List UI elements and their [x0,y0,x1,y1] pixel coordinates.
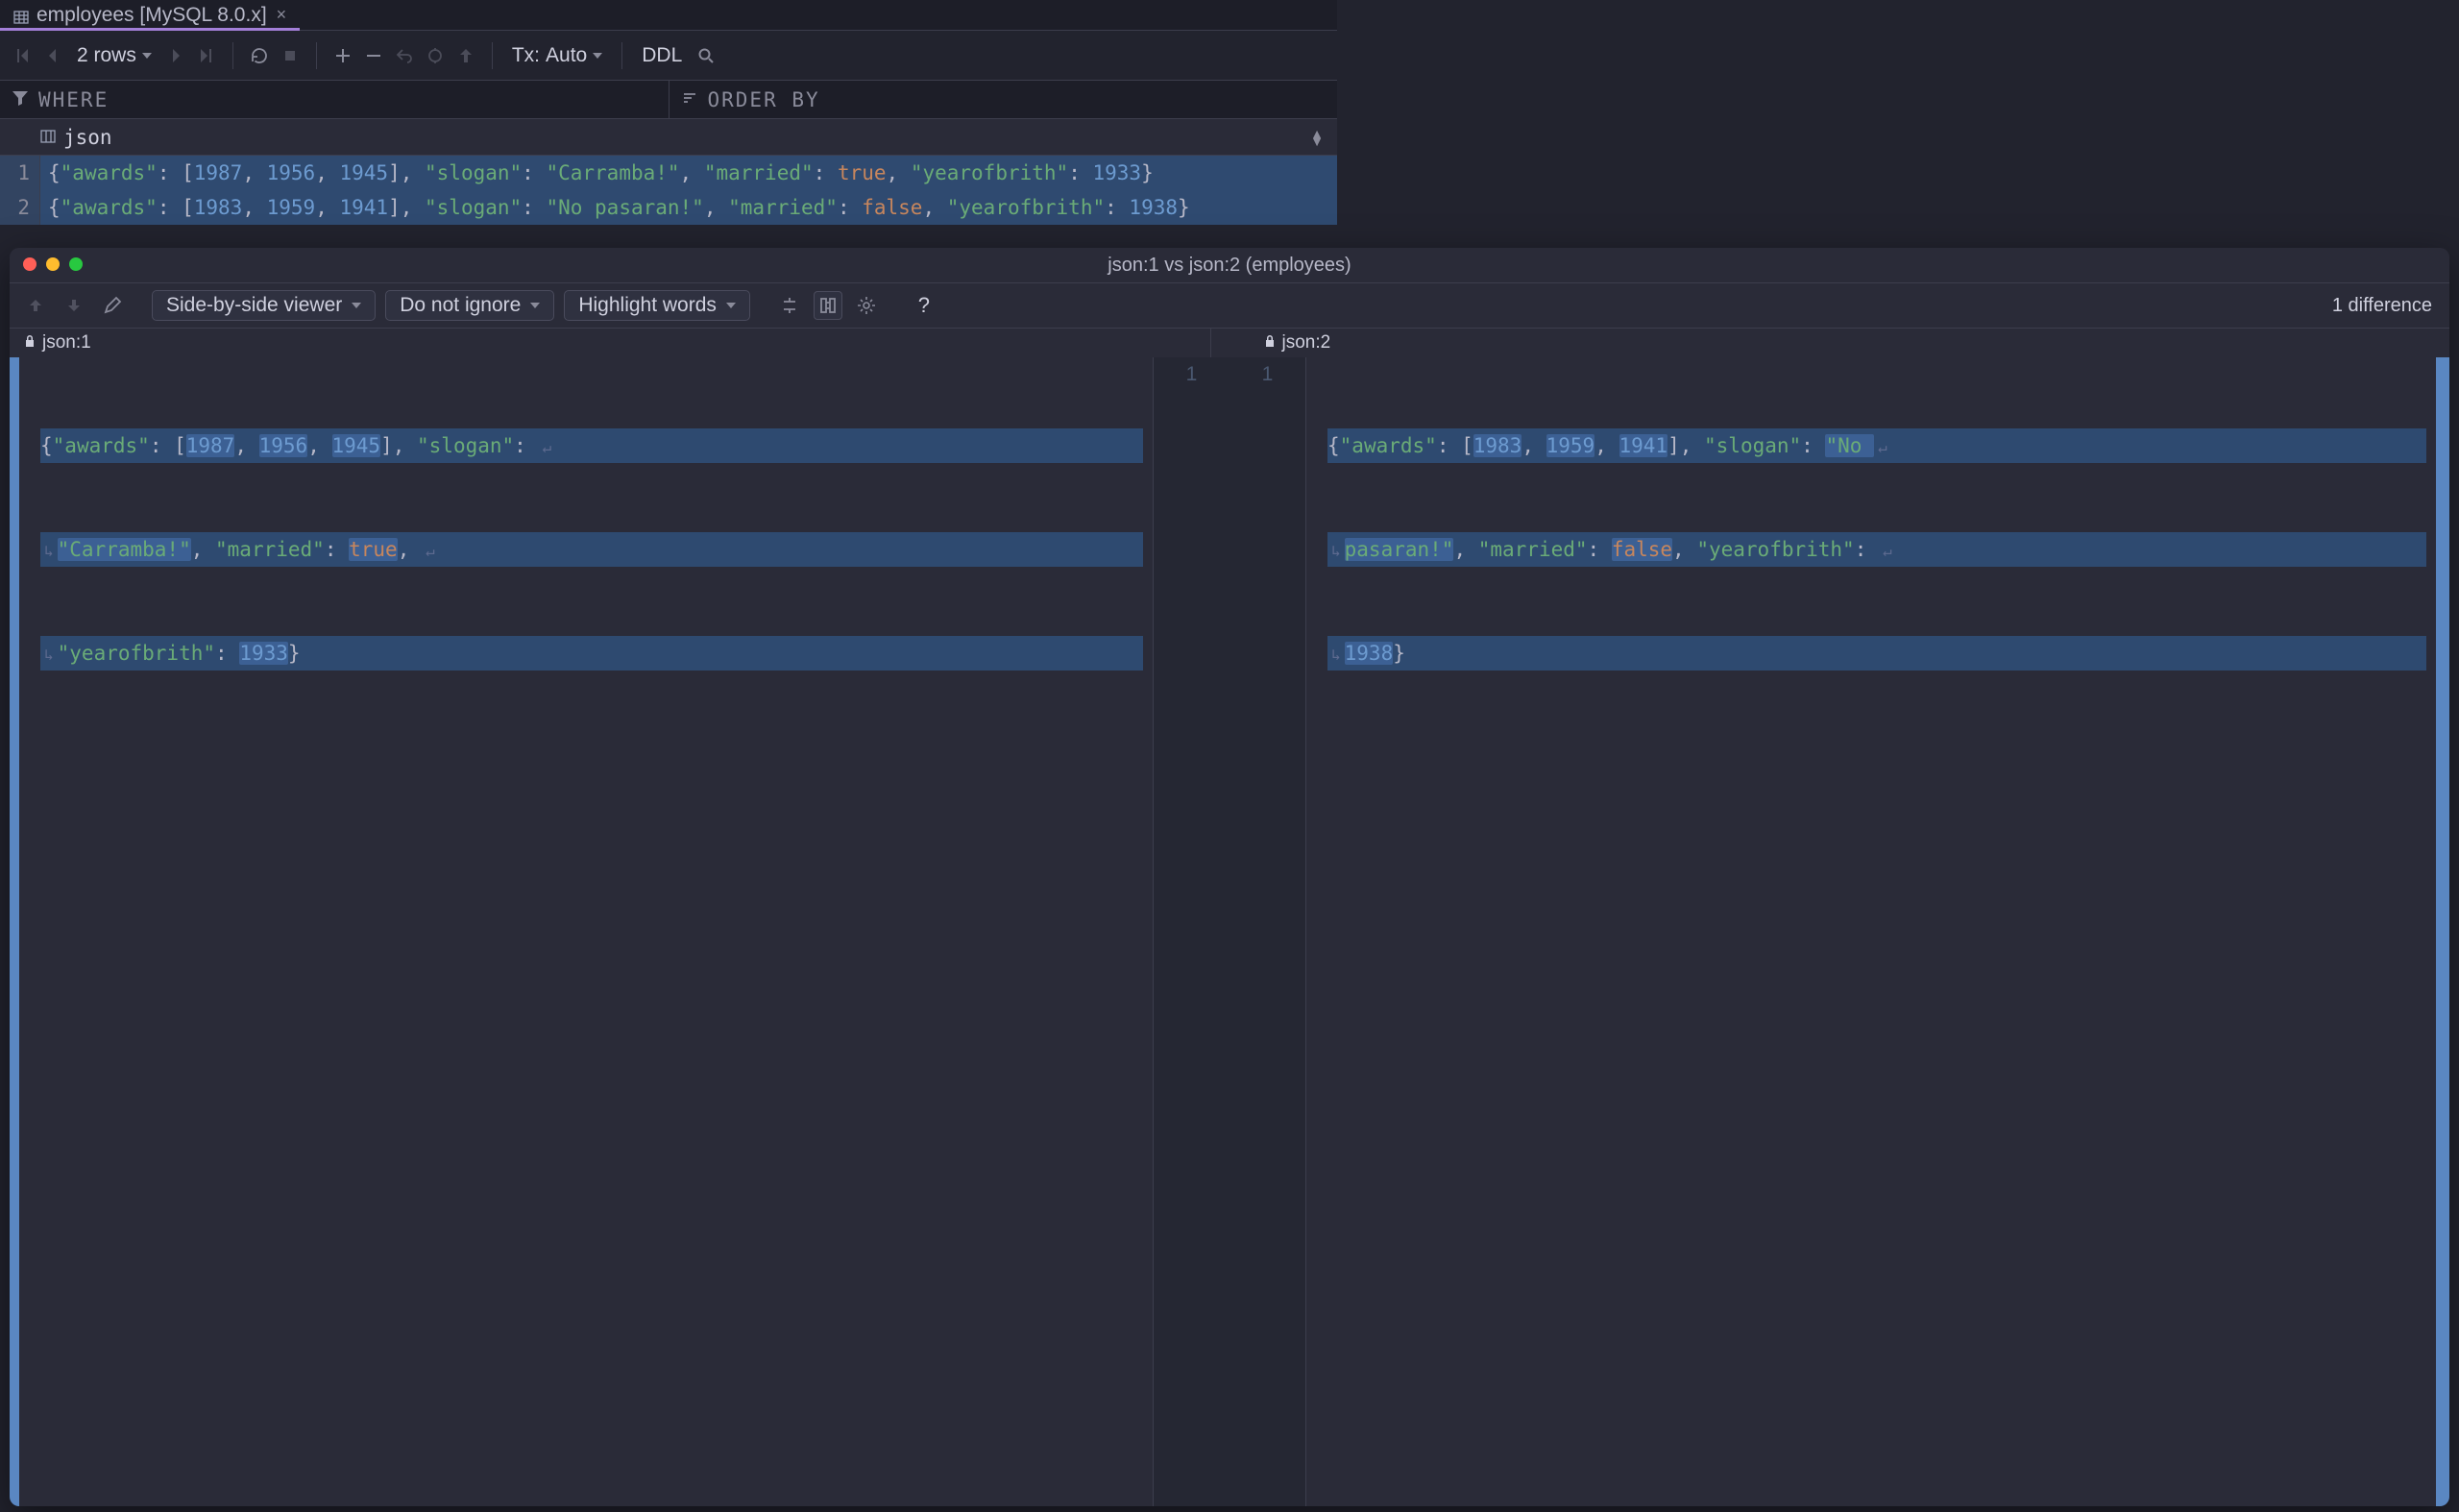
soft-wrap-icon: ↵ [422,542,439,560]
filter-icon [12,88,29,111]
left-editor[interactable]: {"awards": [1987, 1956, 1945], "slogan":… [10,357,1153,1506]
diff-toolbar: Side-by-side viewer Do not ignore Highli… [10,282,2449,329]
add-row-icon[interactable] [330,43,355,68]
filter-bar: WHERE ORDER BY [0,81,1337,119]
soft-wrap-icon: ↵ [1879,542,1896,560]
right-editor[interactable]: {"awards": [1983, 1959, 1941], "slogan":… [1306,357,2449,1506]
help-icon[interactable]: ? [910,291,938,320]
close-window-icon[interactable] [23,257,37,271]
search-icon[interactable] [694,43,718,68]
viewer-mode-dropdown[interactable]: Side-by-side viewer [152,290,376,321]
last-page-icon[interactable] [194,43,219,68]
left-source-label: json:1 [10,329,1210,357]
data-grid: 1 {"awards": [1987, 1956, 1945], "slogan… [0,156,1337,225]
maximize-window-icon[interactable] [69,257,83,271]
edit-icon[interactable] [98,291,127,320]
stop-icon[interactable] [278,43,303,68]
commit-preview-icon[interactable] [423,43,448,68]
tx-mode-dropdown[interactable]: Tx: Auto [506,44,608,67]
chevron-down-icon [726,303,736,308]
diff-pathbar: json:1 json:2 [10,329,2449,357]
submit-icon[interactable] [453,43,478,68]
close-icon[interactable]: × [277,5,287,25]
row-count-dropdown[interactable]: 2 rows [71,44,158,67]
highlight-mode-dropdown[interactable]: Highlight words [564,290,750,321]
chevron-down-icon [593,53,602,59]
where-filter[interactable]: WHERE [0,81,669,118]
column-header[interactable]: json ▲▼ [0,119,1337,156]
chevron-down-icon [142,53,152,59]
json-cell[interactable]: {"awards": [1983, 1959, 1941], "slogan":… [40,196,1337,219]
table-row[interactable]: 1 {"awards": [1987, 1956, 1945], "slogan… [0,156,1337,190]
column-name: json [63,126,112,149]
tab-title: employees [MySQL 8.0.x] [37,4,267,27]
minimize-window-icon[interactable] [46,257,60,271]
ignore-mode-dropdown[interactable]: Do not ignore [385,290,554,321]
table-row[interactable]: 2 {"awards": [1983, 1959, 1941], "slogan… [0,190,1337,225]
soft-wrap-icon: ↳ [40,542,58,560]
soft-wrap-icon: ↳ [1327,646,1345,664]
ddl-button[interactable]: DDL [636,44,688,67]
diff-line-gutter: 11 [1153,357,1306,1506]
lock-icon [1263,332,1277,354]
chevron-down-icon [352,303,361,308]
window-controls [23,257,83,271]
soft-wrap-icon: ↵ [1874,438,1891,456]
column-icon [40,126,56,149]
diff-count-label: 1 difference [2332,295,2438,317]
soft-wrap-icon: ↳ [1327,542,1345,560]
delete-row-icon[interactable] [361,43,386,68]
diff-titlebar[interactable]: json:1 vs json:2 (employees) [10,248,2449,282]
table-icon [13,8,29,23]
prev-page-icon[interactable] [40,43,65,68]
json-cell[interactable]: {"awards": [1987, 1956, 1945], "slogan":… [40,161,1337,184]
tx-mode-value: Auto [546,44,587,67]
tab-employees[interactable]: employees [MySQL 8.0.x] × [0,0,300,30]
first-page-icon[interactable] [10,43,35,68]
data-grid-toolbar: 2 rows Tx: Auto DDL [0,31,1337,81]
tx-label: Tx: [512,44,540,67]
row-number: 2 [0,190,40,225]
revert-icon[interactable] [392,43,417,68]
reload-icon[interactable] [247,43,272,68]
tab-bar: employees [MySQL 8.0.x] × [0,0,1337,31]
diff-editors: {"awards": [1987, 1956, 1945], "slogan":… [10,357,2449,1506]
sort-toggle-icon[interactable]: ▲▼ [1310,130,1324,145]
next-page-icon[interactable] [163,43,188,68]
chevron-down-icon [530,303,540,308]
row-count-label: 2 rows [77,44,136,67]
lock-icon [23,332,37,354]
collapse-unchanged-icon[interactable] [775,291,804,320]
diff-window: json:1 vs json:2 (employees) Side-by-sid… [10,248,2449,1506]
right-source-label: json:2 [1210,329,2450,357]
soft-wrap-icon: ↳ [40,646,58,664]
orderby-filter[interactable]: ORDER BY [669,81,1338,118]
diff-title: json:1 vs json:2 (employees) [10,255,2449,277]
sync-scroll-icon[interactable] [814,291,842,320]
sort-icon [681,88,698,111]
row-number: 1 [0,156,40,190]
soft-wrap-icon: ↵ [538,438,555,456]
next-diff-icon[interactable] [60,291,88,320]
settings-icon[interactable] [852,291,881,320]
prev-diff-icon[interactable] [21,291,50,320]
